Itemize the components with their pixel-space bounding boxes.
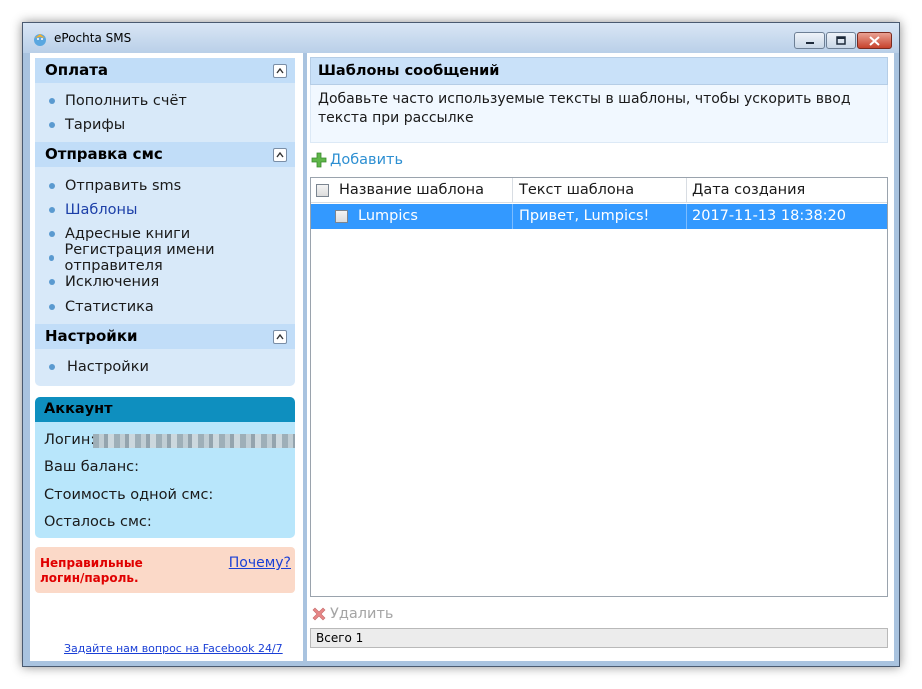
navigation-box: Оплата Пополнить счёт Тарифы Отправка см… bbox=[35, 58, 295, 386]
sidebar-item-top-up[interactable]: Пополнить счёт bbox=[49, 90, 187, 112]
section-payment-title: Оплата bbox=[45, 61, 109, 79]
epochta-bird-icon bbox=[34, 34, 46, 46]
bullet-icon bbox=[49, 304, 55, 310]
sidebar-item-label: Шаблоны bbox=[65, 202, 138, 218]
bullet-icon bbox=[49, 364, 55, 370]
sidebar-item-label: Статистика bbox=[65, 299, 154, 315]
error-message: Неправильные логин/пароль. bbox=[40, 556, 143, 585]
collapse-payment-button[interactable] bbox=[273, 64, 287, 78]
why-link[interactable]: Почему? bbox=[229, 555, 291, 571]
collapse-sending-button[interactable] bbox=[273, 148, 287, 162]
bullet-icon bbox=[49, 255, 55, 261]
sidebar-item-statistics[interactable]: Статистика bbox=[49, 296, 154, 318]
sidebar-item-label: Адресные книги bbox=[65, 226, 191, 242]
chevron-up-icon bbox=[276, 68, 284, 74]
add-button[interactable]: Добавить bbox=[311, 152, 403, 168]
column-header-label: Название шаблона bbox=[339, 182, 484, 198]
sidebar-item-label: Настройки bbox=[67, 359, 149, 375]
cell-text-value: Привет, Lumpics! bbox=[519, 208, 650, 224]
column-header-text[interactable]: Текст шаблона bbox=[513, 178, 687, 203]
sidebar-item-label: Регистрация имени отправителя bbox=[64, 242, 215, 274]
account-title: Аккаунт bbox=[35, 397, 295, 422]
close-button[interactable] bbox=[857, 32, 892, 49]
status-bar: Всего 1 bbox=[310, 628, 888, 648]
sidebar-item-send-sms[interactable]: Отправить sms bbox=[49, 175, 181, 197]
bullet-icon bbox=[49, 279, 55, 285]
app-window: ePochta SMS Оплата Пополнить счёт Тарифы… bbox=[22, 22, 900, 667]
facebook-link[interactable]: Задайте нам вопрос на Facebook 24/7 bbox=[64, 642, 283, 655]
bullet-icon bbox=[49, 122, 55, 128]
bullet-icon bbox=[49, 231, 55, 237]
sidebar-item-sender-registration[interactable]: Регистрация имени отправителя bbox=[49, 242, 295, 274]
cell-name-value: Lumpics bbox=[358, 208, 418, 224]
templates-table: Название шаблона Текст шаблона Дата созд… bbox=[310, 177, 888, 597]
error-panel: Неправильные логин/пароль. Почему? bbox=[35, 547, 295, 593]
window-title: ePochta SMS bbox=[54, 31, 132, 45]
page-description: Добавьте часто используемые тексты в шаб… bbox=[310, 85, 888, 143]
collapse-settings-button[interactable] bbox=[273, 330, 287, 344]
maximize-button[interactable] bbox=[826, 32, 856, 49]
sms-left-label: Осталось смс: bbox=[44, 514, 152, 530]
plus-icon bbox=[311, 152, 327, 168]
balance-label: Ваш баланс: bbox=[44, 459, 140, 475]
bullet-icon bbox=[49, 183, 55, 189]
cell-date-value: 2017-11-13 18:38:20 bbox=[692, 208, 846, 224]
cell-text: Привет, Lumpics! bbox=[513, 204, 687, 229]
section-settings-title: Настройки bbox=[45, 327, 138, 345]
login-label: Логин: bbox=[44, 432, 96, 448]
minimize-icon bbox=[805, 41, 814, 44]
login-value-obscured bbox=[93, 434, 295, 448]
column-header-label: Текст шаблона bbox=[519, 182, 635, 198]
cell-date: 2017-11-13 18:38:20 bbox=[687, 204, 887, 229]
title-bar[interactable]: ePochta SMS bbox=[23, 23, 899, 53]
chevron-up-icon bbox=[276, 334, 284, 340]
section-payment-header[interactable]: Оплата bbox=[35, 58, 295, 83]
section-sending-title: Отправка смс bbox=[45, 145, 163, 163]
column-header-label: Дата создания bbox=[692, 182, 806, 198]
account-panel: Аккаунт Логин: Ваш баланс: Стоимость одн… bbox=[35, 397, 295, 538]
close-icon bbox=[869, 35, 880, 46]
delete-button[interactable]: Удалить bbox=[311, 606, 393, 622]
table-row[interactable]: Lumpics Привет, Lumpics! 2017-11-13 18:3… bbox=[311, 204, 887, 229]
section-settings-header[interactable]: Настройки bbox=[35, 324, 295, 349]
column-header-name[interactable]: Название шаблона bbox=[311, 178, 513, 203]
delete-button-label: Удалить bbox=[330, 606, 394, 622]
chevron-up-icon bbox=[276, 152, 284, 158]
sidebar-item-settings[interactable]: Настройки bbox=[49, 356, 149, 378]
cell-name: Lumpics bbox=[311, 204, 513, 229]
client-area: Оплата Пополнить счёт Тарифы Отправка см… bbox=[30, 53, 894, 661]
add-button-label: Добавить bbox=[330, 152, 403, 168]
sidebar-item-tariffs[interactable]: Тарифы bbox=[49, 114, 125, 136]
maximize-icon bbox=[836, 35, 846, 45]
bullet-icon bbox=[49, 98, 55, 104]
sidebar: Оплата Пополнить счёт Тарифы Отправка см… bbox=[30, 53, 303, 661]
sidebar-item-label: Пополнить счёт bbox=[65, 93, 187, 109]
sms-cost-label: Стоимость одной смс: bbox=[44, 487, 214, 503]
delete-x-icon bbox=[312, 607, 326, 621]
column-header-date[interactable]: Дата создания bbox=[687, 178, 887, 203]
minimize-button[interactable] bbox=[794, 32, 825, 49]
sidebar-item-label: Отправить sms bbox=[65, 178, 182, 194]
sidebar-item-templates[interactable]: Шаблоны bbox=[49, 199, 137, 221]
main-panel: Шаблоны сообщений Добавьте часто использ… bbox=[307, 53, 894, 661]
bullet-icon bbox=[49, 207, 55, 213]
section-sending-header[interactable]: Отправка смс bbox=[35, 142, 295, 167]
table-header: Название шаблона Текст шаблона Дата созд… bbox=[311, 178, 887, 203]
sidebar-item-label: Тарифы bbox=[65, 117, 126, 133]
sidebar-item-exceptions[interactable]: Исключения bbox=[49, 271, 159, 293]
sidebar-item-label: Исключения bbox=[65, 274, 160, 290]
status-total: Всего 1 bbox=[316, 631, 364, 645]
page-title: Шаблоны сообщений bbox=[310, 57, 888, 85]
